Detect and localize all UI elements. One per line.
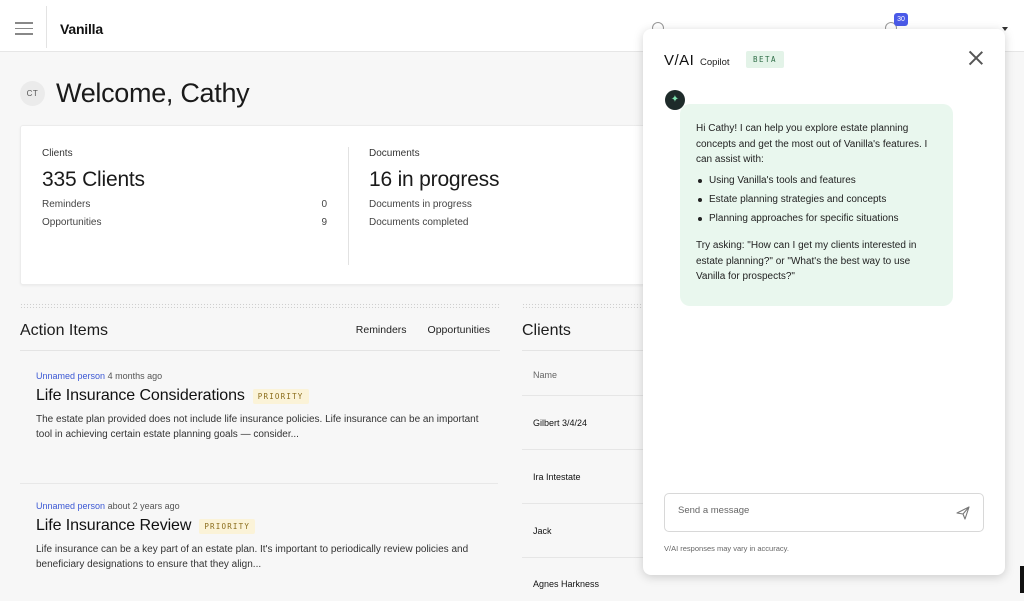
documents-in-progress-label: Documents in progress: [369, 199, 472, 210]
stats-divider: [348, 147, 349, 265]
clients-stat-label: Clients: [42, 148, 73, 159]
documents-completed-row[interactable]: Documents completed: [369, 217, 639, 228]
copilot-name: Copilot: [700, 57, 730, 68]
client-name[interactable]: Agnes Harkness: [533, 579, 599, 589]
action-item-meta: Unnamed person 4 months ago: [36, 371, 516, 381]
menu-icon[interactable]: [15, 22, 33, 35]
beta-badge: BETA: [746, 51, 785, 68]
disclaimer-text: V/AI responses may vary in accuracy.: [664, 544, 789, 553]
tab-reminders[interactable]: Reminders: [356, 324, 407, 351]
scroll-edge: [1020, 566, 1024, 593]
opportunities-count: 9: [321, 217, 327, 228]
divider: [20, 483, 498, 484]
dotted-divider: [20, 303, 500, 308]
action-items-title: Action Items: [20, 322, 109, 339]
row-divider: [522, 557, 652, 558]
documents-stat-value: 16 in progress: [369, 168, 500, 191]
assistant-message: Hi Cathy! I can help you explore estate …: [680, 104, 953, 306]
divider: [46, 6, 47, 48]
message-list: Using Vanilla's tools and features Estat…: [696, 173, 937, 227]
action-item[interactable]: Unnamed person about 2 years ago Life In…: [36, 501, 516, 572]
client-name[interactable]: Gilbert 3/4/24: [533, 418, 587, 428]
welcome-header: CT Welcome, Cathy: [20, 78, 250, 109]
client-name[interactable]: Jack: [533, 526, 552, 536]
message-input-box[interactable]: [664, 493, 984, 532]
documents-completed-label: Documents completed: [369, 217, 469, 228]
action-item-time: about 2 years ago: [107, 501, 180, 511]
send-icon[interactable]: [955, 505, 971, 521]
action-item-description: Life insurance can be a key part of an e…: [36, 544, 469, 570]
documents-in-progress-row[interactable]: Documents in progress: [369, 199, 639, 210]
documents-stat-label: Documents: [369, 148, 420, 159]
app-logo[interactable]: Vanilla: [60, 21, 103, 37]
reminders-count: 0: [321, 199, 327, 210]
message-bullet: Estate planning strategies and concepts: [696, 192, 937, 208]
action-item-title[interactable]: Life Insurance Review: [36, 517, 191, 535]
opportunities-label: Opportunities: [42, 217, 102, 228]
chevron-down-icon[interactable]: [1002, 27, 1008, 31]
close-icon[interactable]: [967, 49, 985, 67]
stats-card: Clients 335 Clients Reminders 0 Opportun…: [20, 125, 660, 285]
action-item-time: 4 months ago: [107, 371, 163, 381]
reminders-label: Reminders: [42, 199, 91, 210]
copilot-brand: V/AI: [664, 52, 695, 69]
message-input[interactable]: [678, 505, 938, 516]
avatar: CT: [20, 81, 45, 106]
priority-badge: PRIORITY: [199, 518, 256, 534]
name-column-header[interactable]: Name: [533, 370, 557, 380]
divider: [20, 350, 500, 351]
clients-stat[interactable]: Clients 335 Clients Reminders 0 Opportun…: [42, 148, 327, 228]
divider: [522, 350, 652, 351]
person-link[interactable]: Unnamed person: [36, 501, 105, 511]
person-link[interactable]: Unnamed person: [36, 371, 105, 381]
action-item-title[interactable]: Life Insurance Considerations: [36, 387, 245, 405]
clients-stat-value: 335 Clients: [42, 168, 145, 191]
priority-badge: PRIORITY: [252, 388, 309, 404]
page-title: Welcome, Cathy: [56, 78, 250, 108]
action-item-title-row: Life Insurance Review PRIORITY: [36, 517, 516, 535]
message-bullet: Planning approaches for specific situati…: [696, 211, 937, 227]
row-divider: [522, 503, 652, 504]
documents-stat[interactable]: Documents 16 in progress Documents in pr…: [369, 148, 639, 228]
copilot-panel: V/AI Copilot BETA ✦ Hi Cathy! I can help…: [643, 29, 1005, 575]
action-items-tabs: Reminders Opportunities: [335, 324, 490, 351]
row-divider: [522, 395, 652, 396]
message-suggestion: Try asking: "How can I get my clients in…: [696, 240, 917, 282]
action-item-description: The estate plan provided does not includ…: [36, 414, 479, 440]
reminders-row[interactable]: Reminders 0: [42, 199, 327, 210]
action-item-meta: Unnamed person about 2 years ago: [36, 501, 516, 511]
action-item[interactable]: Unnamed person 4 months ago Life Insuran…: [36, 371, 516, 442]
clients-title: Clients: [522, 322, 571, 339]
client-name[interactable]: Ira Intestate: [533, 472, 581, 482]
opportunities-row[interactable]: Opportunities 9: [42, 217, 327, 228]
message-intro: Hi Cathy! I can help you explore estate …: [696, 123, 928, 165]
action-item-title-row: Life Insurance Considerations PRIORITY: [36, 387, 516, 405]
tab-opportunities[interactable]: Opportunities: [427, 324, 490, 351]
notification-badge: 30: [894, 13, 908, 26]
row-divider: [522, 449, 652, 450]
dotted-divider: [522, 303, 642, 308]
message-bullet: Using Vanilla's tools and features: [696, 173, 937, 189]
